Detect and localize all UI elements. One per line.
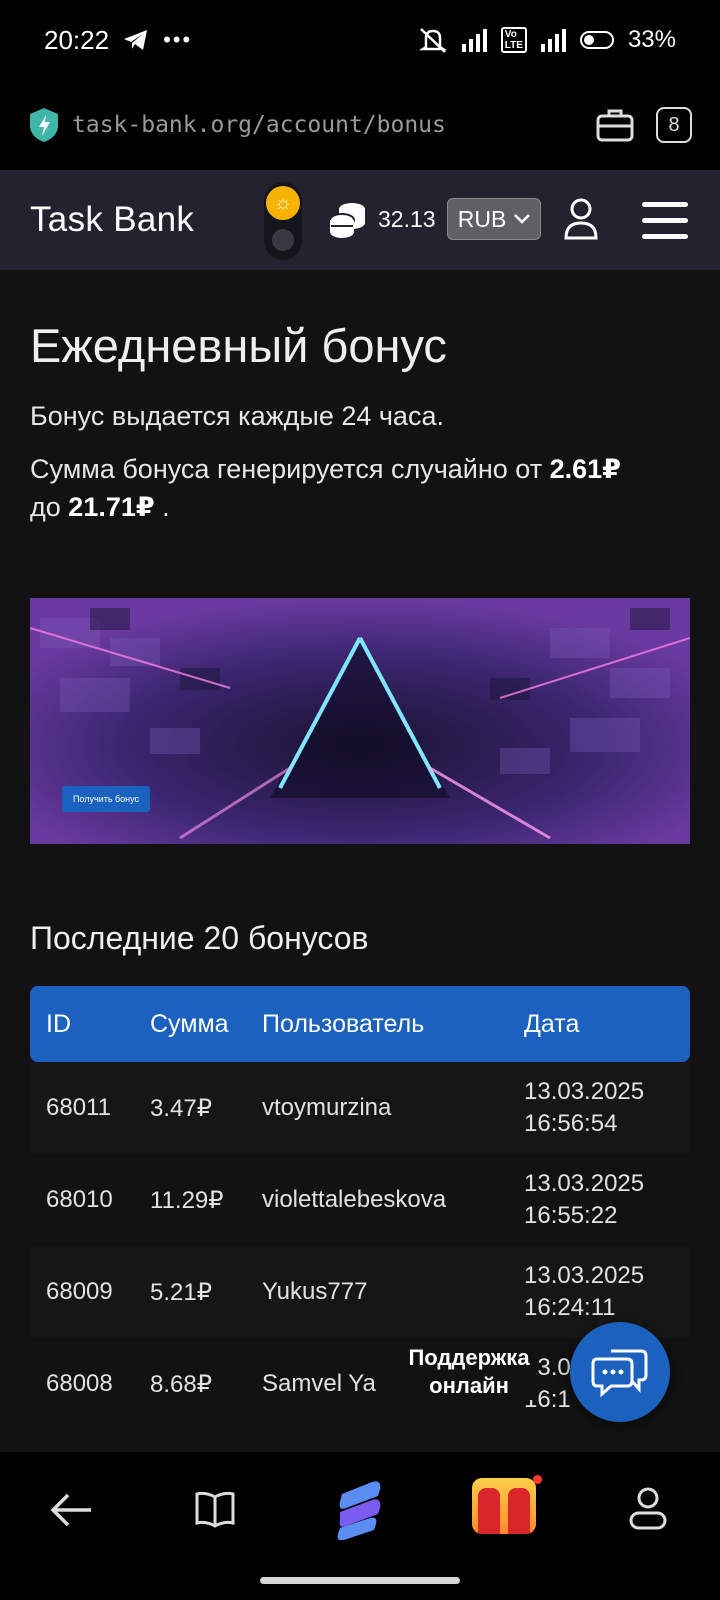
hamburger-menu-icon[interactable] [642, 202, 688, 250]
main-content: Ежедневный бонус Бонус выдается каждые 2… [30, 270, 690, 526]
cell-date-day: 13.03.2025 [524, 1078, 645, 1105]
range-mid: до [30, 492, 61, 522]
cell-user: violettalebeskova [262, 1186, 447, 1213]
coins-icon [329, 203, 365, 238]
cell-user: Yukus777 [262, 1278, 368, 1305]
support-chat-button[interactable] [570, 1322, 670, 1422]
brand-logo[interactable]: Task Bank [30, 200, 194, 240]
battery-level: 33% [627, 26, 676, 53]
page-title: Ежедневный бонус [30, 319, 447, 372]
browser-url-bar[interactable]: task-bank.org/account/bonus 8 [0, 80, 720, 170]
home-indicator[interactable] [260, 1577, 460, 1584]
site-header: Task Bank ☼ 32.13 RUB [0, 170, 720, 270]
chat-bubbles-icon [591, 1349, 648, 1398]
cell-date-day: 13.03.2025 [524, 1170, 645, 1197]
cell-date-time: 16:56:54 [524, 1110, 618, 1137]
browser-home-icon[interactable] [332, 1480, 386, 1545]
url-text[interactable]: task-bank.org/account/bonus [72, 112, 596, 138]
sun-icon: ☼ [266, 186, 300, 220]
cell-date-day: 13.03.2025 [524, 1262, 645, 1289]
cell-date: 13.03.2025 16:55:22 [524, 1168, 690, 1232]
cell-id: 68008 [46, 1370, 113, 1397]
briefcase-icon[interactable] [596, 108, 634, 142]
claim-bonus-button[interactable]: Получить бонус [62, 786, 150, 812]
cell-date-time: 16:55:22 [524, 1202, 618, 1229]
chevron-down-icon [514, 214, 531, 224]
browser-bottom-nav [0, 1452, 720, 1600]
cell-amount: 5.21₽ [150, 1278, 212, 1306]
profile-icon[interactable] [628, 1486, 668, 1535]
range-prefix: Сумма бонуса генерируется случайно от [30, 454, 543, 484]
range-suffix: . [162, 492, 170, 522]
header-user: Пользователь [262, 1009, 425, 1038]
cell-date: 13.03.2025 16:24:11 [524, 1260, 690, 1324]
cell-amount: 3.47₽ [150, 1094, 212, 1122]
bonus-banner: Получить бонус [30, 598, 690, 844]
game-app-icon[interactable] [472, 1475, 542, 1534]
max-amount: 21.71₽ [68, 492, 155, 522]
support-label-line1: Поддержка [408, 1345, 530, 1370]
status-bar: 20:22 ••• Vo LTE 33% [0, 0, 720, 80]
cell-date: 13.03.2025 16:56:54 [524, 1076, 690, 1140]
mute-icon [418, 28, 447, 53]
status-time: 20:22 [44, 24, 110, 55]
cell-amount: 11.29₽ [150, 1186, 224, 1214]
more-notifications-icon: ••• [163, 27, 193, 52]
balance-amount: 32.13 [378, 206, 436, 232]
bonus-range-text: Сумма бонуса генерируется случайно от 2.… [30, 450, 690, 526]
moon-icon [272, 229, 294, 251]
signal-icon-2 [540, 28, 566, 52]
user-icon[interactable] [563, 198, 599, 240]
cell-id: 68010 [46, 1186, 113, 1213]
currency-select[interactable]: RUB [447, 198, 541, 240]
header-id: ID [46, 1009, 71, 1038]
cell-id: 68009 [46, 1278, 113, 1305]
telegram-icon [124, 30, 148, 50]
battery-icon [579, 31, 614, 49]
header-date: Дата [524, 1010, 580, 1038]
table-row: 68010 11.29₽ violettalebeskova 13.03.202… [30, 1154, 690, 1246]
shield-icon[interactable] [28, 107, 60, 143]
cell-user: vtoymurzina [262, 1094, 392, 1121]
bonus-interval-text: Бонус выдается каждые 24 часа. [30, 401, 444, 431]
table-row: 68009 5.21₽ Yukus777 13.03.2025 16:24:11 [30, 1246, 690, 1338]
signal-icon [461, 28, 487, 52]
bookmarks-icon[interactable] [194, 1490, 236, 1533]
volte-icon: Vo LTE [500, 27, 527, 53]
theme-toggle[interactable]: ☼ [264, 182, 302, 260]
support-online-label[interactable]: Поддержка онлайн [402, 1344, 536, 1400]
currency-value: RUB [457, 205, 507, 232]
table-row: 68011 3.47₽ vtoymurzina 13.03.2025 16:56:… [30, 1062, 690, 1154]
table-header: ID Сумма Пользователь Дата [30, 986, 690, 1062]
min-amount: 2.61₽ [549, 454, 621, 484]
cell-amount: 8.68₽ [150, 1370, 212, 1398]
cell-date-time: 16:24:11 [524, 1294, 616, 1321]
recent-bonuses-title: Последние 20 бонусов [30, 920, 369, 956]
header-amount: Сумма [150, 1009, 229, 1038]
tab-count-button[interactable]: 8 [656, 107, 692, 143]
notification-dot [533, 1475, 542, 1484]
support-label-line2: онлайн [429, 1373, 509, 1398]
back-icon[interactable] [50, 1492, 94, 1533]
cell-id: 68011 [46, 1094, 111, 1121]
